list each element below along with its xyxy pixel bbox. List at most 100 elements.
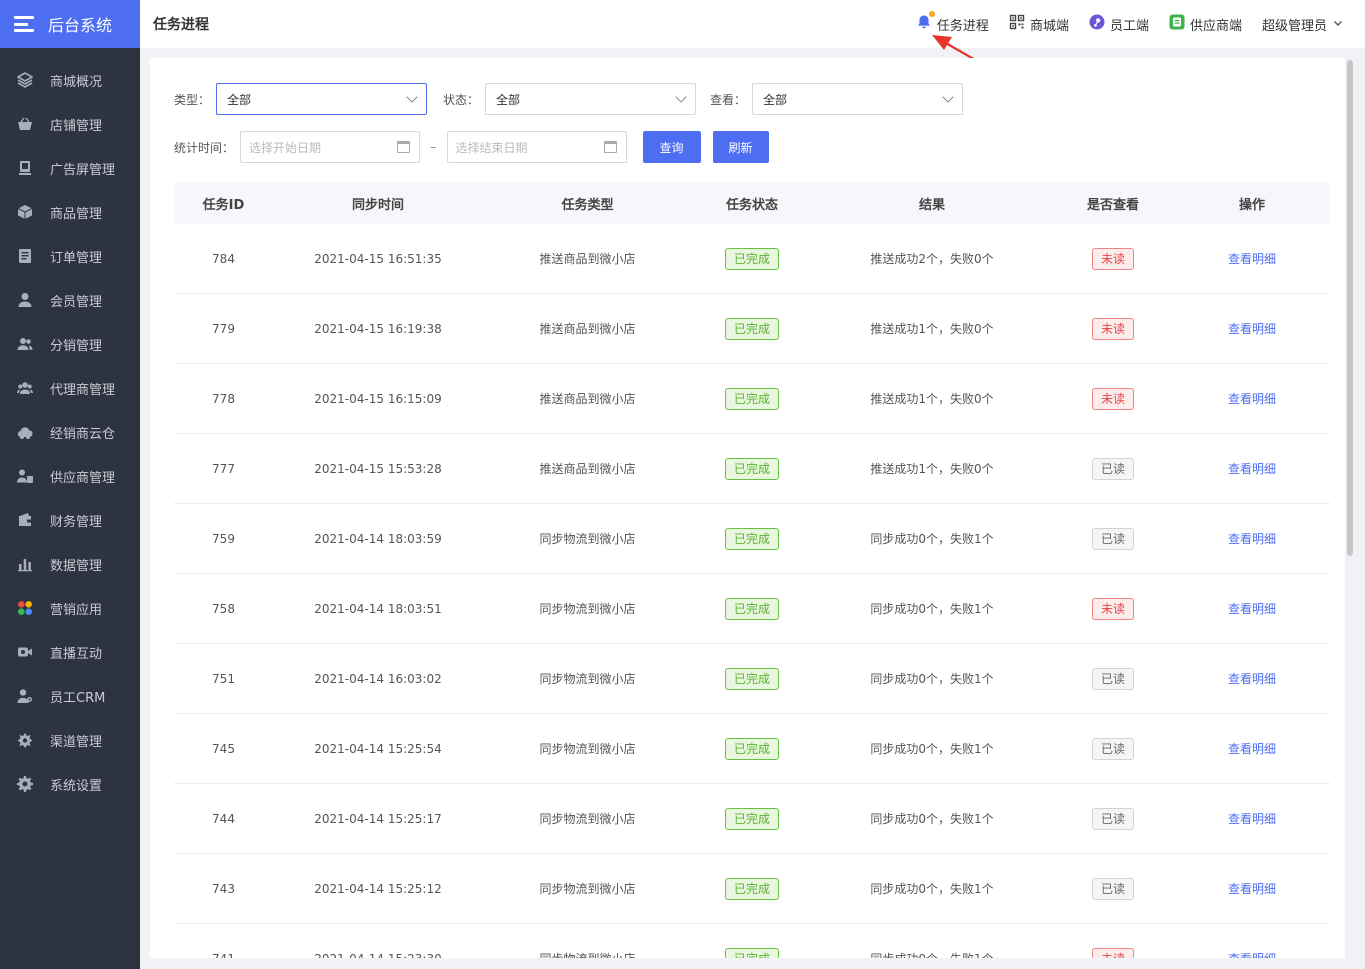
sidebar-item-4[interactable]: 订单管理: [0, 234, 140, 278]
status-badge: 已完成: [724, 737, 779, 760]
viewed-cell: 已读: [1052, 807, 1174, 830]
bell-icon: [916, 11, 937, 34]
view-detail-link[interactable]: 查看明细: [1228, 950, 1276, 958]
sync-time: 2021-04-14 18:03:51: [314, 601, 442, 616]
chevron-down-icon: [406, 91, 418, 103]
column-header: 任务ID: [202, 197, 245, 213]
task-result: 同步成功0个，失败1个: [870, 812, 994, 826]
table-row: 744 2021-04-14 15:25:17 同步物流到微小店 已完成 同步成功0个，…: [174, 784, 1330, 854]
start-date-input[interactable]: 选择开始日期: [240, 131, 421, 163]
view-detail-link[interactable]: 查看明细: [1228, 740, 1276, 757]
type-select[interactable]: 全部: [216, 83, 428, 115]
view-detail-link[interactable]: 查看明细: [1228, 530, 1276, 547]
sidebar-item-label: 系统设置: [50, 778, 103, 794]
sync-time: 2021-04-14 15:25:12: [314, 881, 442, 896]
task-id: 743: [212, 881, 235, 896]
status-select[interactable]: 全部: [485, 83, 697, 115]
sidebar-item-label: 会员管理: [50, 294, 103, 310]
sidebar-item-9[interactable]: 供应商管理: [0, 454, 140, 498]
column-header: 任务状态: [725, 197, 778, 213]
action-cell: 查看明细: [1174, 600, 1330, 617]
viewed-cell: 未读: [1052, 597, 1174, 620]
sidebar-item-5[interactable]: 会员管理: [0, 278, 140, 322]
view-detail-link[interactable]: 查看明细: [1228, 880, 1276, 897]
admin-dropdown[interactable]: 超级管理员: [1262, 15, 1343, 34]
viewed-badge: 已读: [1091, 807, 1134, 830]
task-result: 推送成功1个，失败0个: [870, 462, 994, 476]
sidebar-item-label: 商城概况: [50, 74, 103, 90]
sidebar-item-10[interactable]: 财务管理: [0, 498, 140, 542]
sidebar-item-12[interactable]: 营销应用: [0, 586, 140, 630]
sidebar-item-16[interactable]: 系统设置: [0, 762, 140, 806]
view-detail-link[interactable]: 查看明细: [1228, 670, 1276, 687]
task-status-cell: 已完成: [692, 667, 812, 690]
brand-title: 后台系统: [48, 16, 113, 35]
sidebar-item-label: 员工CRM: [50, 690, 106, 706]
channel-icon: [17, 732, 33, 748]
sidebar-item-15[interactable]: 渠道管理: [0, 718, 140, 762]
task-id: 745: [212, 741, 235, 756]
query-button[interactable]: 查询: [642, 131, 701, 163]
column-header: 操作: [1238, 197, 1265, 213]
menu-toggle-icon[interactable]: [14, 16, 34, 32]
table-row: 7412021-04-14 15:23:30同步物流到微小店 已完成 同步成功0个，…: [174, 924, 1330, 958]
view-detail-link[interactable]: 查看明细: [1228, 460, 1276, 477]
view-select[interactable]: 全部: [752, 83, 964, 115]
sidebar-item-13[interactable]: 直播互动: [0, 630, 140, 674]
sidebar-item-8[interactable]: 经销商云仓: [0, 410, 140, 454]
view-detail-link[interactable]: 查看明细: [1228, 320, 1276, 337]
refresh-button[interactable]: 刷新: [712, 131, 769, 163]
table-header: 任务ID 同步时间 任务类型 任务状态 结果 是否查看 操作: [174, 182, 1330, 224]
apps-icon: [17, 600, 33, 616]
action-cell: 查看明细: [1174, 880, 1330, 897]
header-staff-label: 员工端: [1109, 18, 1149, 34]
viewed-badge: 已读: [1091, 667, 1134, 690]
view-detail-link[interactable]: 查看明细: [1228, 250, 1276, 267]
task-id: 784: [212, 251, 235, 266]
type-select-value: 全部: [227, 92, 252, 107]
sidebar-item-label: 渠道管理: [50, 734, 103, 750]
sidebar-item-11[interactable]: 数据管理: [0, 542, 140, 586]
staff-app-icon: [1089, 14, 1110, 34]
viewed-badge: 未读: [1091, 597, 1134, 620]
action-cell: 查看明细: [1174, 320, 1330, 337]
sync-time: 2021-04-14 15:25:17: [314, 811, 442, 826]
sidebar-item-1[interactable]: 店铺管理: [0, 102, 140, 146]
brand-bar[interactable]: 后台系统: [0, 0, 140, 48]
header-tasks-link[interactable]: 任务进程: [916, 11, 989, 34]
qrcode-icon: [1009, 14, 1030, 34]
viewed-badge: 已读: [1091, 457, 1134, 480]
date-separator: –: [430, 139, 437, 155]
header-supplier-link[interactable]: 供应商端: [1169, 14, 1242, 34]
task-id: 778: [212, 391, 235, 406]
viewed-cell: 已读: [1052, 877, 1174, 900]
sync-time: 2021-04-14 18:03:59: [314, 531, 442, 546]
view-detail-link[interactable]: 查看明细: [1228, 810, 1276, 827]
task-id: 779: [212, 321, 235, 336]
scrollbar-thumb[interactable]: [1347, 60, 1353, 556]
task-type: 同步物流到微小店: [539, 602, 636, 616]
header-staff-link[interactable]: 员工端: [1089, 14, 1149, 34]
sidebar-item-6[interactable]: 分销管理: [0, 322, 140, 366]
view-detail-link[interactable]: 查看明细: [1228, 390, 1276, 407]
sidebar-item-label: 营销应用: [50, 602, 103, 618]
end-date-input[interactable]: 选择结束日期: [446, 131, 627, 163]
box-icon: [17, 204, 33, 220]
table-row: 743 2021-04-14 15:25:12 同步物流到微小店 已完成 同步成功0个，…: [174, 854, 1330, 924]
view-select-value: 全部: [763, 92, 788, 107]
task-status-cell: 已完成: [692, 387, 812, 410]
header-mall-link[interactable]: 商城端: [1009, 14, 1069, 34]
sidebar-item-3[interactable]: 商品管理: [0, 190, 140, 234]
page-title: 任务进程: [153, 17, 209, 33]
sync-time: 2021-04-15 15:53:28: [314, 461, 442, 476]
sidebar-item-0[interactable]: 商城概况: [0, 58, 140, 102]
sidebar-item-2[interactable]: 广告屏管理: [0, 146, 140, 190]
sync-time: 2021-04-15 16:15:09: [314, 391, 442, 406]
sidebar-item-14[interactable]: 员工CRM: [0, 674, 140, 718]
viewed-cell: 已读: [1052, 737, 1174, 760]
table-row: 784 2021-04-15 16:51:35 推送商品到微小店 已完成 推送成功2个，…: [174, 224, 1330, 294]
video-icon: [17, 644, 33, 660]
sidebar-item-7[interactable]: 代理商管理: [0, 366, 140, 410]
task-type: 同步物流到微小店: [539, 812, 636, 826]
view-detail-link[interactable]: 查看明细: [1228, 600, 1276, 617]
